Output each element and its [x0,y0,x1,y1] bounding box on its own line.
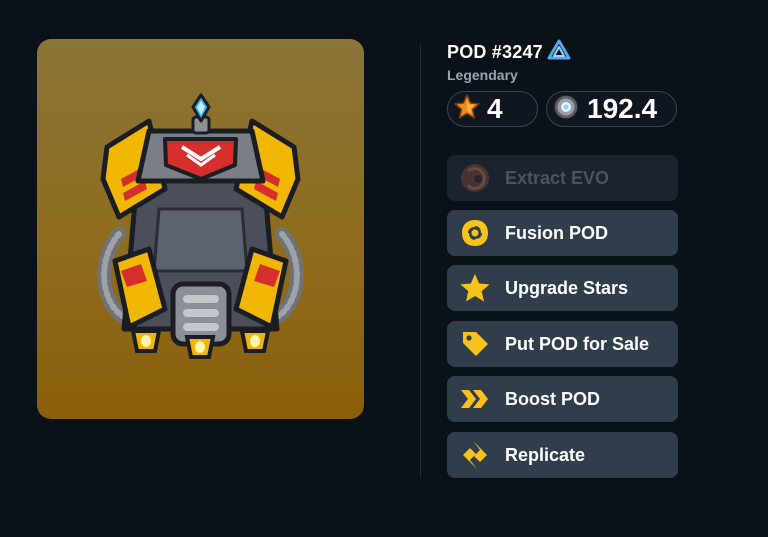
put-pod-for-sale-label: Put POD for Sale [505,333,650,354]
stars-stat: 4 [447,91,538,127]
upgrade-stars-button[interactable]: Upgrade Stars [447,265,678,311]
star-icon [458,271,492,305]
pod-artwork [37,39,364,419]
put-pod-for-sale-button[interactable]: Put POD for Sale [447,321,678,367]
yellow-robot-pod-art [97,93,304,359]
boost-pod-label: Boost POD [505,388,601,409]
vertical-divider [420,44,421,478]
power-stat: 192.4 [546,91,677,127]
fusion-icon [458,216,492,250]
extract-evo-button[interactable]: Extract EVO [447,155,678,201]
fusion-pod-button[interactable]: Fusion POD [447,210,678,256]
pod-title: POD #3247 [447,41,543,62]
power-value: 192.4 [587,93,658,124]
price-tag-icon [458,327,492,361]
network-logo-icon [547,39,571,66]
fusion-pod-label: Fusion POD [505,222,608,243]
replicate-button[interactable]: Replicate [447,432,678,478]
boost-pod-button[interactable]: Boost POD [447,376,678,422]
extract-icon [458,161,492,195]
rarity-label: Legendary [447,67,518,83]
upgrade-stars-label: Upgrade Stars [505,277,629,298]
stars-value: 4 [487,93,503,124]
star-icon [453,93,481,126]
boost-arrows-icon [458,382,492,416]
replicate-label: Replicate [505,444,586,465]
extract-evo-label: Extract EVO [505,167,610,188]
replicate-icon [458,438,492,472]
pod-title-row: POD #3247 [447,39,571,66]
power-core-icon [552,93,580,126]
